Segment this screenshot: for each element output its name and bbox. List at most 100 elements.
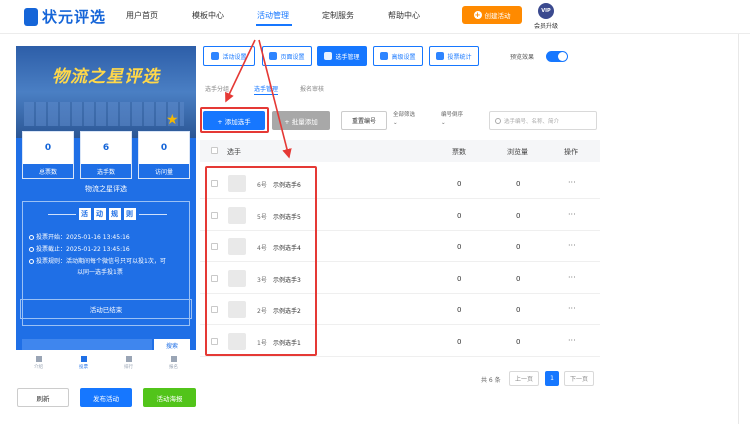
page-icon [269, 52, 278, 60]
rule-start: 投票开始：2025-01-16 13:45:16 [29, 233, 130, 243]
preview-tabbar: 介绍 投票 排行 报名 [16, 350, 196, 376]
stat-label: 总票数 [23, 164, 73, 178]
home-icon [35, 356, 42, 362]
stat-label: 选手数 [81, 164, 131, 178]
vote-count: 0 [457, 180, 462, 188]
vip-icon[interactable]: VIP [538, 3, 554, 19]
prev-page-button[interactable]: 上一页 [509, 371, 539, 386]
vote-statistics-button[interactable]: 投票统计 [429, 46, 479, 66]
view-count: 0 [516, 211, 521, 220]
highlight-add-button [200, 107, 269, 133]
sliders-icon [380, 52, 389, 60]
stat-value: 0 [44, 143, 52, 153]
stat-label: 访问量 [139, 164, 189, 178]
advanced-settings-button[interactable]: 高级设置 [373, 46, 423, 66]
highlight-contestant-list [205, 166, 317, 356]
create-activity-button[interactable]: + 创建活动 [462, 6, 522, 24]
more-actions-icon[interactable]: ··· [568, 178, 576, 187]
logo-text: 状元评选 [42, 8, 107, 26]
nav-templates[interactable]: 模板中心 [192, 10, 224, 21]
table-header [200, 140, 600, 162]
contestant-management-button[interactable]: 选手管理 [317, 46, 367, 66]
rules-title-char: 则 [123, 208, 136, 220]
filter-select[interactable]: 全部筛选 ⌄ [393, 111, 415, 127]
reset-numbers-button[interactable]: 重置编号 [341, 111, 387, 130]
page-1-button[interactable]: 1 [545, 371, 559, 386]
divider [738, 34, 739, 424]
col-views: 浏览量 [507, 148, 528, 156]
more-actions-icon[interactable]: ··· [568, 273, 576, 282]
warehouse-shelf-graphic [24, 102, 184, 126]
view-count: 0 [516, 306, 521, 314]
vote-count: 0 [457, 337, 462, 346]
active-nav-underline [256, 24, 292, 26]
tab-intro[interactable]: 介绍 [16, 350, 61, 376]
more-actions-icon[interactable]: ··· [568, 241, 576, 250]
refresh-button[interactable]: 刷新 [17, 388, 69, 407]
page-settings-button[interactable]: 页面设置 [262, 46, 312, 66]
logo-icon [24, 7, 38, 26]
tab-signup[interactable]: 报名 [151, 350, 196, 376]
more-actions-icon[interactable]: ··· [568, 336, 576, 345]
rule-policy: 投票规则：活动期间每个微信号只可以投1次，可 [29, 257, 166, 267]
plus-icon: + [473, 11, 482, 19]
search-icon [495, 117, 501, 124]
activity-name: 物流之星评选 [85, 185, 127, 193]
more-actions-icon[interactable]: ··· [568, 210, 576, 219]
nav-home[interactable]: 用户首页 [126, 10, 158, 21]
stat-visits: 0 访问量 [138, 131, 190, 179]
mobile-preview: 物流之星评选 ★ 0 总票数 6 选手数 0 访问量 物流之星评选 活 动 规 … [16, 46, 196, 376]
view-count: 0 [516, 180, 521, 188]
preview-banner: 物流之星评选 ★ [16, 46, 196, 138]
nav-custom-service[interactable]: 定制服务 [322, 10, 354, 21]
select-all-checkbox[interactable] [211, 147, 218, 154]
tab-vote[interactable]: 投票 [61, 350, 106, 376]
activity-settings-button[interactable]: 活动设置 [203, 46, 255, 66]
tab-contestant-management[interactable]: 选手管理 [254, 84, 278, 93]
rules-title-char: 活 [78, 208, 91, 220]
view-count: 0 [516, 337, 521, 346]
users-icon [324, 52, 333, 60]
batch-add-button[interactable]: + 批量添加 [272, 111, 330, 130]
col-contestant: 选手 [227, 148, 241, 156]
vote-count: 0 [457, 306, 462, 314]
next-page-button[interactable]: 下一页 [564, 371, 594, 386]
publish-button[interactable]: 发布活动 [80, 388, 132, 407]
tab-signup-review[interactable]: 报名审核 [300, 84, 324, 93]
search-placeholder: 选手编号、名称、简介 [504, 118, 560, 125]
stat-total-votes: 0 总票数 [22, 131, 74, 179]
vote-count: 0 [457, 243, 462, 251]
poster-button[interactable]: 活动海报 [143, 388, 196, 407]
nav-help-center[interactable]: 帮助中心 [388, 10, 420, 21]
bar-chart-icon [436, 52, 445, 60]
preview-effect-toggle[interactable] [546, 51, 568, 62]
vote-count: 0 [457, 211, 462, 220]
rule-end: 投票截止：2025-01-22 13:45:16 [29, 245, 130, 255]
banner-title: 物流之星评选 [52, 67, 160, 87]
rules-heading: 活 动 规 则 [23, 208, 191, 220]
contestant-search-input[interactable]: 选手编号、名称、简介 [489, 111, 597, 130]
tab-contestant-groups[interactable]: 选手分组 [205, 84, 229, 93]
rules-title-char: 动 [93, 208, 106, 220]
sort-select[interactable]: 编号倒序 ⌄ [441, 111, 463, 127]
chart-icon [125, 356, 132, 362]
vote-count: 0 [457, 274, 462, 283]
top-navbar: 状元评选 用户首页 模板中心 活动管理 定制服务 帮助中心 + 创建活动 VIP… [0, 0, 750, 34]
col-actions: 操作 [564, 148, 578, 156]
tab-ranking[interactable]: 排行 [106, 350, 151, 376]
nav-activity-management[interactable]: 活动管理 [257, 10, 289, 21]
active-subtab-underline [254, 94, 278, 95]
divider [47, 213, 76, 215]
view-count: 0 [516, 274, 521, 283]
activity-ended-banner: 活动已结束 [20, 299, 192, 319]
preview-effect-label: 预览效果 [510, 54, 535, 61]
clock-icon [29, 235, 34, 240]
rule-policy-cont: 以同一选手投1票 [77, 269, 123, 276]
more-actions-icon[interactable]: ··· [568, 304, 576, 313]
logo[interactable]: 状元评选 [24, 6, 106, 27]
vip-upgrade-label[interactable]: 会员升级 [534, 21, 558, 30]
gear-icon [211, 52, 220, 60]
stat-contestants: 6 选手数 [80, 131, 132, 179]
col-votes: 票数 [452, 148, 466, 156]
star-trophy-icon: ★ [166, 112, 179, 128]
